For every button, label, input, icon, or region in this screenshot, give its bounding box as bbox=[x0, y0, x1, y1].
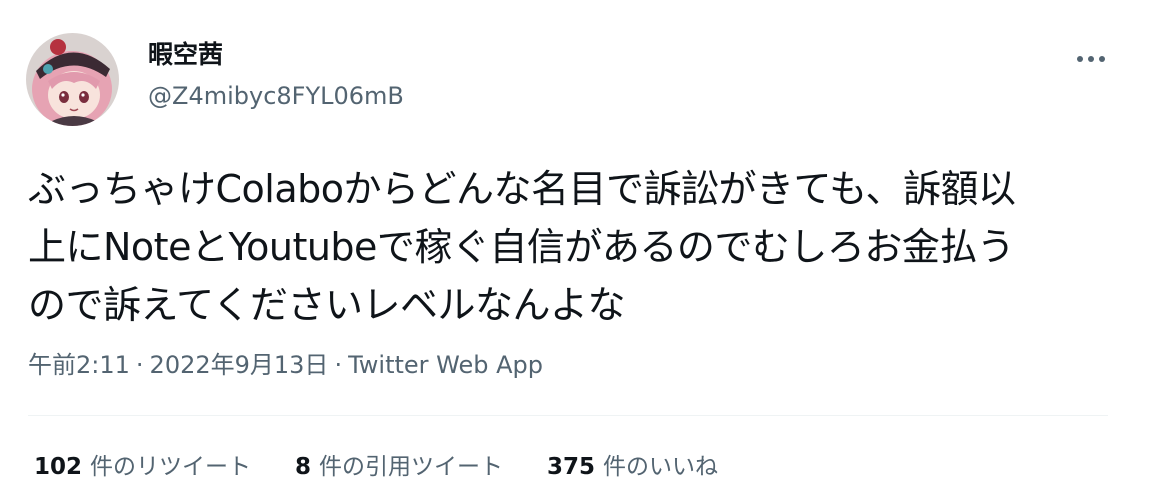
engagement-stats: 102 件のリツイート 8 件の引用ツイート 375 件のいいね bbox=[34, 450, 762, 484]
meta-separator: · bbox=[334, 351, 343, 379]
retweets-count: 102 bbox=[34, 454, 83, 480]
author-display-name[interactable]: 暇空茜 bbox=[148, 38, 223, 72]
tweet-metadata: 午前2:11 · 2022年9月13日 · Twitter Web App bbox=[28, 348, 543, 382]
tweet-text-line: 上にNoteとYoutubeで稼ぐ自信があるのでむしろお金払う bbox=[28, 225, 1015, 269]
quotes-count: 8 bbox=[295, 454, 312, 480]
anime-girl-avatar-icon bbox=[26, 33, 119, 126]
tweet-time-link[interactable]: 午前2:11 · 2022年9月13日 bbox=[28, 351, 328, 379]
tweet-time: 午前2:11 bbox=[28, 351, 130, 379]
tweet-text-line: ぶっちゃけColaboからどんな名目で訴訟がきても、訴額以 bbox=[28, 167, 1016, 211]
author-avatar[interactable] bbox=[26, 33, 119, 126]
retweets-label: 件のリツイート bbox=[90, 454, 252, 480]
tweet-date: 2022年9月13日 bbox=[149, 351, 329, 379]
quotes-stat[interactable]: 8 件の引用ツイート bbox=[295, 450, 503, 484]
meta-separator: · bbox=[135, 351, 144, 379]
more-horizontal-icon bbox=[1088, 56, 1094, 62]
likes-label: 件のいいね bbox=[603, 454, 719, 480]
divider bbox=[28, 415, 1108, 416]
likes-count: 375 bbox=[547, 454, 596, 480]
more-horizontal-icon bbox=[1099, 56, 1105, 62]
tweet-text: ぶっちゃけColaboからどんな名目で訴訟がきても、訴額以 上にNoteとYou… bbox=[28, 160, 1138, 334]
likes-stat[interactable]: 375 件のいいね bbox=[547, 450, 718, 484]
more-options-button[interactable] bbox=[1068, 44, 1114, 74]
tweet-source-link[interactable]: Twitter Web App bbox=[348, 351, 543, 379]
more-horizontal-icon bbox=[1077, 56, 1083, 62]
author-handle[interactable]: @Z4mibyc8FYL06mB bbox=[148, 80, 404, 112]
tweet-text-line: ので訴えてくださいレベルなんよな bbox=[28, 283, 625, 327]
quotes-label: 件の引用ツイート bbox=[319, 454, 504, 480]
retweets-stat[interactable]: 102 件のリツイート bbox=[34, 450, 251, 484]
tweet-card: 暇空茜 @Z4mibyc8FYL06mB ぶっちゃけColaboからどんな名目で… bbox=[0, 0, 1170, 503]
